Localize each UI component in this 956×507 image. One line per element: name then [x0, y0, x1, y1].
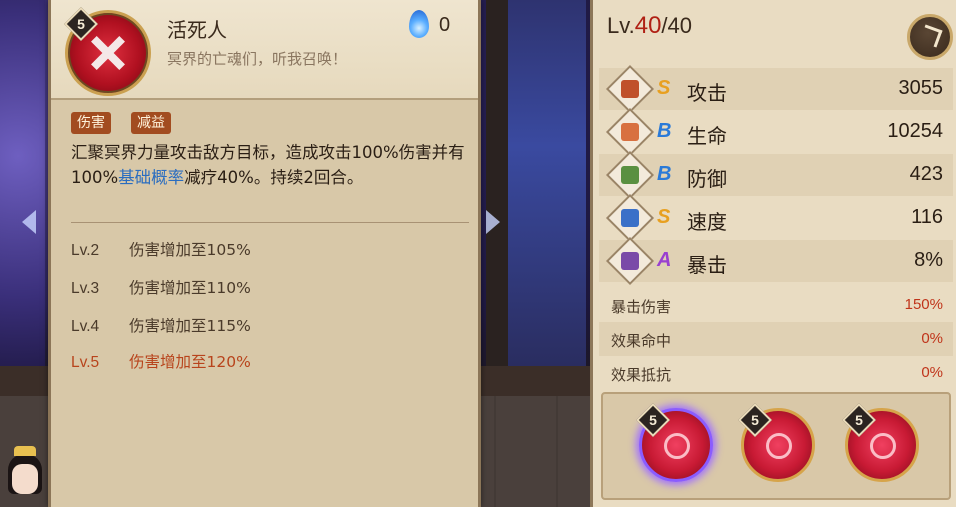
grade-badge: S [657, 77, 671, 99]
ghost-fire-icon [409, 10, 429, 38]
grade-badge: B [657, 163, 672, 185]
skill-subtitle: 冥界的亡魂们，听我召唤！ [167, 50, 348, 68]
level-display: Lv.40/40 [607, 12, 693, 39]
upgrade-row: Lv.2 伤害增加至105% [71, 241, 251, 259]
base-probability-link[interactable]: 基础概率 [118, 168, 184, 187]
stat-row-hp: B 生命 10254 [599, 107, 953, 157]
sub-stat-crit-damage: 暴击伤害 150% [611, 296, 943, 316]
stat-row-defense: B 防御 423 [599, 150, 953, 200]
character-avatar[interactable] [2, 446, 46, 507]
sub-stat-effect-resist: 效果抵抗 0% [611, 364, 943, 384]
stats-panel: Lv.40/40 S 攻击 3055 B 生命 10254 B 防御 423 S… [590, 0, 956, 507]
demon-face-icon [766, 433, 792, 459]
stat-row-crit: A 暴击 8% [599, 236, 953, 286]
ghost-hands-icon [870, 433, 896, 459]
skill-slot-level: 5 [649, 412, 657, 428]
upgrade-row-current: Lv.5 伤害增加至120% [71, 353, 251, 371]
skill-detail-panel: 5 活死人 冥界的亡魂们，听我召唤！ 0 伤害 减益 汇聚冥界力量攻击敌方目标，… [48, 0, 481, 507]
grade-badge: A [657, 249, 672, 271]
share-arrow-icon [919, 24, 943, 48]
skill-description: 汇聚冥界力量攻击敌方目标，造成攻击100%伤害并有100%基础概率减疗40%。持… [71, 143, 465, 187]
share-button[interactable] [907, 14, 953, 60]
sakura-wall [0, 0, 45, 390]
skill-slot-level: 5 [855, 412, 863, 428]
max-level: /40 [661, 13, 693, 38]
sub-stat-effect-hit: 效果命中 0% [599, 322, 953, 356]
skill-name: 活死人 [167, 18, 227, 42]
current-level: 40 [634, 12, 662, 39]
upgrade-row: Lv.3 伤害增加至110% [71, 279, 251, 297]
tag-damage: 伤害 [71, 112, 111, 134]
grade-badge: S [657, 206, 671, 228]
wooden-post [486, 0, 508, 366]
attack-icon [605, 64, 655, 114]
speed-icon [605, 193, 655, 243]
next-arrow-icon[interactable] [486, 210, 500, 234]
skill-cost: 0 [439, 14, 451, 36]
skill-level-number: 5 [77, 16, 85, 32]
hp-icon [605, 107, 655, 157]
divider [71, 222, 469, 223]
stat-row-attack: S 攻击 3055 [599, 64, 953, 114]
skill-tray: 5 5 5 [601, 392, 951, 500]
skull-cross-icon [664, 433, 690, 459]
defense-icon [605, 150, 655, 200]
skill-slot-level: 5 [751, 412, 759, 428]
tag-debuff: 减益 [131, 112, 171, 134]
upgrade-row: Lv.4 伤害增加至115% [71, 317, 251, 335]
prev-arrow-icon[interactable] [22, 210, 36, 234]
stat-row-speed: S 速度 116 [599, 193, 953, 243]
grade-badge: B [657, 120, 672, 142]
crit-icon [605, 236, 655, 286]
skill-header: 5 活死人 冥界的亡魂们，听我召唤！ 0 [51, 0, 478, 100]
skull-cross-icon [90, 35, 126, 71]
